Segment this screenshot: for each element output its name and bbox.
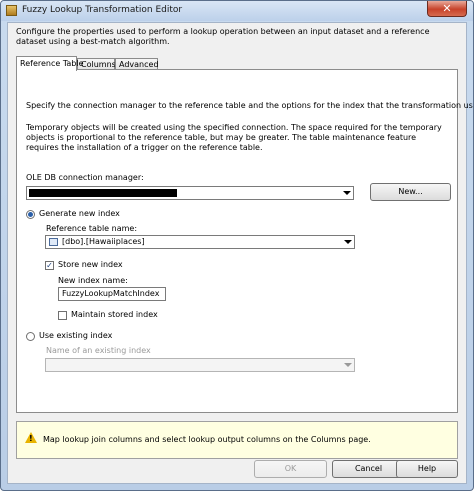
dialog-description: Configure the properties used to perform… [16, 27, 430, 46]
existing-index-label: Name of an existing index [46, 346, 151, 355]
chevron-down-icon[interactable] [342, 237, 353, 247]
intro-text: Specify the connection manager to the re… [26, 101, 474, 110]
window-title: Fuzzy Lookup Transformation Editor [22, 5, 183, 15]
use-existing-index-radio[interactable] [26, 332, 35, 341]
generate-new-index-label: Generate new index [39, 209, 120, 218]
cancel-button[interactable]: Cancel [332, 460, 405, 478]
tab-reference-table[interactable]: Reference Table [16, 56, 84, 71]
store-new-index-label: Store new index [58, 260, 123, 269]
title-bar[interactable]: Fuzzy Lookup Transformation Editor ✕ [1, 1, 473, 21]
generate-new-index-radio[interactable] [26, 210, 35, 219]
use-existing-index-label: Use existing index [39, 331, 113, 340]
dialog-client: Configure the properties used to perform… [7, 22, 473, 484]
maintain-stored-index-label: Maintain stored index [71, 310, 158, 319]
reference-table-select[interactable]: [dbo].[Hawaiiplaces] [45, 235, 355, 249]
existing-index-select[interactable] [45, 358, 355, 372]
store-new-index-checkbox[interactable]: ✓ [45, 261, 54, 270]
warning-mark: ! [29, 434, 33, 443]
new-index-name-label: New index name: [58, 276, 128, 285]
ok-button[interactable]: OK [254, 460, 327, 478]
close-button[interactable]: ✕ [427, 1, 467, 17]
table-icon [49, 238, 58, 246]
connection-manager-label: OLE DB connection manager: [26, 173, 144, 182]
chevron-down-icon[interactable] [342, 360, 353, 370]
info-bar: ! Map lookup join columns and select loo… [16, 421, 458, 459]
app-icon [6, 5, 17, 16]
new-connection-button[interactable]: New... [370, 183, 451, 201]
connection-manager-select[interactable] [26, 186, 354, 200]
redacted-connection-name [29, 189, 177, 197]
info-message: Map lookup join columns and select looku… [43, 435, 371, 444]
new-index-name-input[interactable]: FuzzyLookupMatchIndex [58, 287, 166, 301]
help-button[interactable]: Help [396, 460, 458, 478]
dialog-window: Fuzzy Lookup Transformation Editor ✕ Con… [0, 0, 474, 491]
chevron-down-icon[interactable] [341, 188, 352, 198]
maintain-stored-index-checkbox[interactable] [58, 311, 67, 320]
temp-objects-note: Temporary objects will be created using … [26, 123, 442, 152]
reference-table-panel: Specify the connection manager to the re… [16, 69, 473, 413]
reference-table-label: Reference table name: [46, 224, 138, 233]
reference-table-value: [dbo].[Hawaiiplaces] [62, 237, 145, 246]
